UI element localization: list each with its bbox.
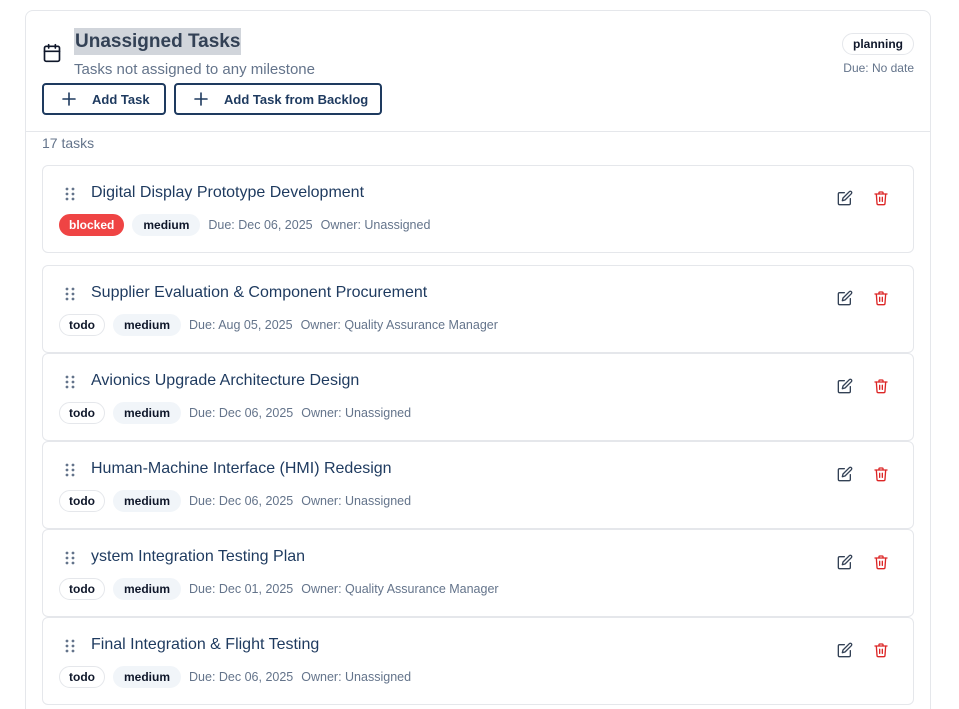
task-priority-badge: medium	[113, 578, 182, 600]
drag-handle-icon[interactable]	[65, 375, 75, 389]
page-subtitle: Tasks not assigned to any milestone	[74, 61, 315, 78]
edit-icon[interactable]	[837, 378, 853, 394]
trash-icon[interactable]	[873, 554, 889, 570]
milestone-header: Unassigned Tasks Tasks not assigned to a…	[26, 11, 930, 132]
task-title[interactable]: ystem Integration Testing Plan	[91, 548, 305, 566]
edit-icon[interactable]	[837, 290, 853, 306]
task-meta: todo medium Due: Dec 06, 2025 Owner: Una…	[59, 666, 419, 688]
milestone-due-date: Due: No date	[843, 61, 914, 75]
task-row[interactable]: ystem Integration Testing Plan todo medi…	[42, 529, 914, 617]
task-due-date: Due: Dec 06, 2025	[189, 670, 294, 684]
task-owner: Owner: Unassigned	[301, 670, 412, 684]
task-row[interactable]: Supplier Evaluation & Component Procurem…	[42, 265, 914, 353]
task-meta: todo medium Due: Aug 05, 2025 Owner: Qua…	[59, 314, 506, 336]
task-count: 17 tasks	[42, 135, 95, 151]
task-meta: todo medium Due: Dec 01, 2025 Owner: Qua…	[59, 578, 507, 600]
task-priority-badge: medium	[113, 402, 182, 424]
task-status-badge: todo	[59, 314, 105, 336]
milestone-card: Unassigned Tasks Tasks not assigned to a…	[25, 10, 931, 709]
task-row[interactable]: Final Integration & Flight Testing todo …	[42, 617, 914, 705]
task-status-badge: blocked	[59, 214, 125, 236]
milestone-status-badge: planning	[842, 33, 914, 55]
edit-icon[interactable]	[837, 466, 853, 482]
add-task-from-backlog-button[interactable]: Add Task from Backlog	[174, 83, 382, 115]
task-title[interactable]: Supplier Evaluation & Component Procurem…	[91, 284, 427, 302]
page-title: Unassigned Tasks	[74, 28, 242, 55]
task-due-date: Due: Aug 05, 2025	[189, 318, 293, 332]
task-row[interactable]: Avionics Upgrade Architecture Design tod…	[42, 353, 914, 441]
task-title[interactable]: Avionics Upgrade Architecture Design	[91, 372, 359, 390]
task-status-badge: todo	[59, 578, 105, 600]
task-title[interactable]: Digital Display Prototype Development	[91, 184, 364, 202]
drag-handle-icon[interactable]	[65, 187, 75, 201]
add-task-from-backlog-label: Add Task from Backlog	[224, 91, 369, 107]
task-priority-badge: medium	[132, 214, 201, 236]
add-task-label: Add Task	[92, 91, 150, 107]
drag-handle-icon[interactable]	[65, 639, 75, 653]
trash-icon[interactable]	[873, 378, 889, 394]
trash-icon[interactable]	[873, 466, 889, 482]
drag-handle-icon[interactable]	[65, 287, 75, 301]
edit-icon[interactable]	[837, 642, 853, 658]
task-owner: Owner: Unassigned	[320, 218, 431, 232]
task-meta: blocked medium Due: Dec 06, 2025 Owner: …	[59, 214, 438, 236]
task-row[interactable]: Digital Display Prototype Development bl…	[42, 165, 914, 253]
task-due-date: Due: Dec 06, 2025	[189, 494, 294, 508]
task-status-badge: todo	[59, 490, 105, 512]
trash-icon[interactable]	[873, 642, 889, 658]
plus-icon	[62, 92, 76, 106]
task-status-badge: todo	[59, 402, 105, 424]
edit-icon[interactable]	[837, 554, 853, 570]
task-due-date: Due: Dec 06, 2025	[189, 406, 294, 420]
task-priority-badge: medium	[113, 666, 182, 688]
drag-handle-icon[interactable]	[65, 551, 75, 565]
task-due-date: Due: Dec 06, 2025	[208, 218, 313, 232]
task-due-date: Due: Dec 01, 2025	[189, 582, 294, 596]
trash-icon[interactable]	[873, 190, 889, 206]
task-row[interactable]: Human-Machine Interface (HMI) Redesign t…	[42, 441, 914, 529]
task-title[interactable]: Human-Machine Interface (HMI) Redesign	[91, 460, 392, 478]
calendar-icon	[43, 43, 61, 63]
edit-icon[interactable]	[837, 190, 853, 206]
task-status-badge: todo	[59, 666, 105, 688]
trash-icon[interactable]	[873, 290, 889, 306]
task-priority-badge: medium	[113, 314, 182, 336]
drag-handle-icon[interactable]	[65, 463, 75, 477]
task-title[interactable]: Final Integration & Flight Testing	[91, 636, 319, 654]
task-owner: Owner: Unassigned	[301, 406, 412, 420]
plus-icon	[194, 92, 208, 106]
task-owner: Owner: Quality Assurance Manager	[300, 318, 498, 332]
task-owner: Owner: Quality Assurance Manager	[301, 582, 499, 596]
task-priority-badge: medium	[113, 490, 182, 512]
add-task-button[interactable]: Add Task	[42, 83, 166, 115]
task-meta: todo medium Due: Dec 06, 2025 Owner: Una…	[59, 490, 419, 512]
task-owner: Owner: Unassigned	[301, 494, 412, 508]
task-meta: todo medium Due: Dec 06, 2025 Owner: Una…	[59, 402, 419, 424]
